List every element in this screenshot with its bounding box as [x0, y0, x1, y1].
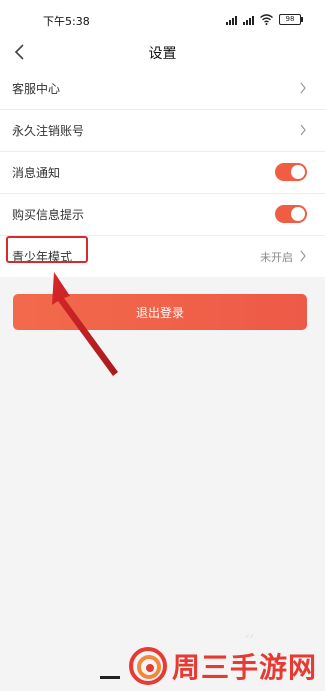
highlight-box [6, 236, 88, 263]
youth-mode-status: 未开启 [260, 251, 293, 264]
toggle-knob [291, 165, 305, 179]
underscore-mark [100, 676, 120, 679]
customer-service-row[interactable]: 客服中心 [0, 68, 325, 110]
purchase-tip-label: 购买信息提示 [12, 208, 85, 222]
purchase-tip-row: 购买信息提示 [0, 194, 325, 236]
wifi-icon [260, 13, 273, 25]
toggle-knob [291, 207, 305, 221]
delete-account-label: 永久注销账号 [12, 124, 85, 138]
chevron-right-icon [300, 82, 306, 94]
watermark: 周三手游网 [128, 646, 317, 686]
chevron-right-icon [300, 124, 306, 136]
signal-icon-2 [243, 14, 254, 25]
message-notify-label: 消息通知 [12, 166, 61, 180]
purchase-tip-toggle[interactable] [275, 205, 307, 223]
watermark-text: 周三手游网 [172, 651, 318, 684]
nav-bar: 设置 [0, 38, 325, 68]
chevron-right-icon [300, 250, 306, 262]
status-time: 下午5:38 [43, 15, 90, 28]
status-bar: 下午5:38 98 [0, 0, 325, 38]
signal-icon [226, 14, 237, 25]
logout-button[interactable]: 退出登录 [13, 294, 307, 330]
page-title: 设置 [148, 46, 177, 62]
status-icons: 98 [226, 12, 303, 26]
customer-service-label: 客服中心 [12, 82, 61, 96]
battery-icon: 98 [279, 13, 303, 25]
delete-account-row[interactable]: 永久注销账号 [0, 110, 325, 152]
message-notify-toggle[interactable] [275, 163, 307, 181]
message-notify-row: 消息通知 [0, 152, 325, 194]
faint-mark-icon: ᐟᐟ [245, 632, 255, 645]
swirl-logo-icon [129, 647, 167, 685]
